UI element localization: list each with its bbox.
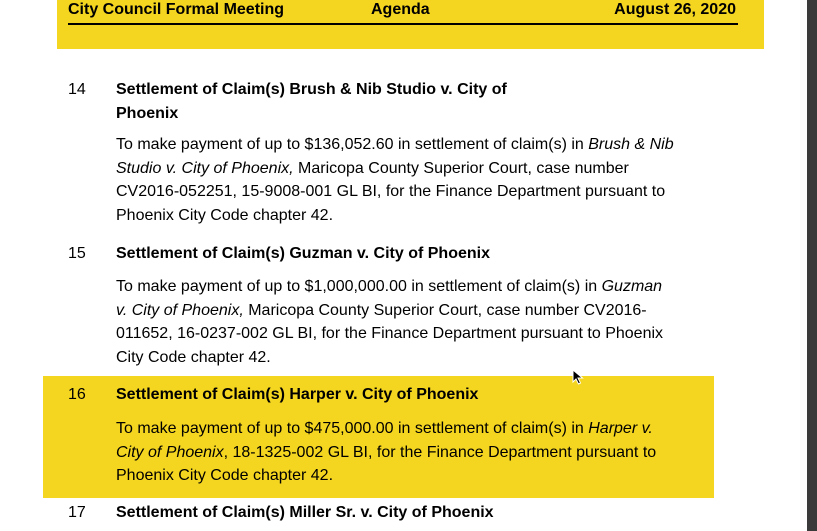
mouse-pointer-icon bbox=[572, 369, 584, 385]
item-number: 15 bbox=[68, 245, 86, 262]
item-number: 16 bbox=[68, 386, 86, 403]
item-body-intro: To make payment of up to $136,052.60 in … bbox=[116, 136, 589, 153]
item-body: To make payment of up to $475,000.00 in … bbox=[116, 417, 676, 488]
item-number: 17 bbox=[68, 504, 86, 521]
item-title: Settlement of Claim(s) Brush & Nib Studi… bbox=[116, 81, 507, 122]
item-title: Settlement of Claim(s) Harper v. City of… bbox=[116, 386, 479, 403]
item-body-intro: To make payment of up to $1,000,000.00 i… bbox=[116, 278, 602, 295]
page-header: City Council Formal Meeting Agenda Augus… bbox=[68, 0, 736, 22]
item-body: To make payment of up to $136,052.60 in … bbox=[116, 133, 676, 227]
window-edge bbox=[807, 0, 817, 531]
header-meeting-title: City Council Formal Meeting bbox=[68, 1, 285, 18]
item-number: 14 bbox=[68, 81, 86, 98]
header-divider bbox=[68, 23, 738, 25]
header-date: August 26, 2020 bbox=[614, 1, 736, 18]
item-body-intro: To make payment of up to $475,000.00 in … bbox=[116, 420, 589, 437]
item-body: To make payment of up to $1,000,000.00 i… bbox=[116, 275, 676, 369]
header-agenda-label: Agenda bbox=[371, 1, 430, 18]
item-title: Settlement of Claim(s) Miller Sr. v. Cit… bbox=[116, 504, 494, 521]
item-title: Settlement of Claim(s) Guzman v. City of… bbox=[116, 245, 490, 262]
